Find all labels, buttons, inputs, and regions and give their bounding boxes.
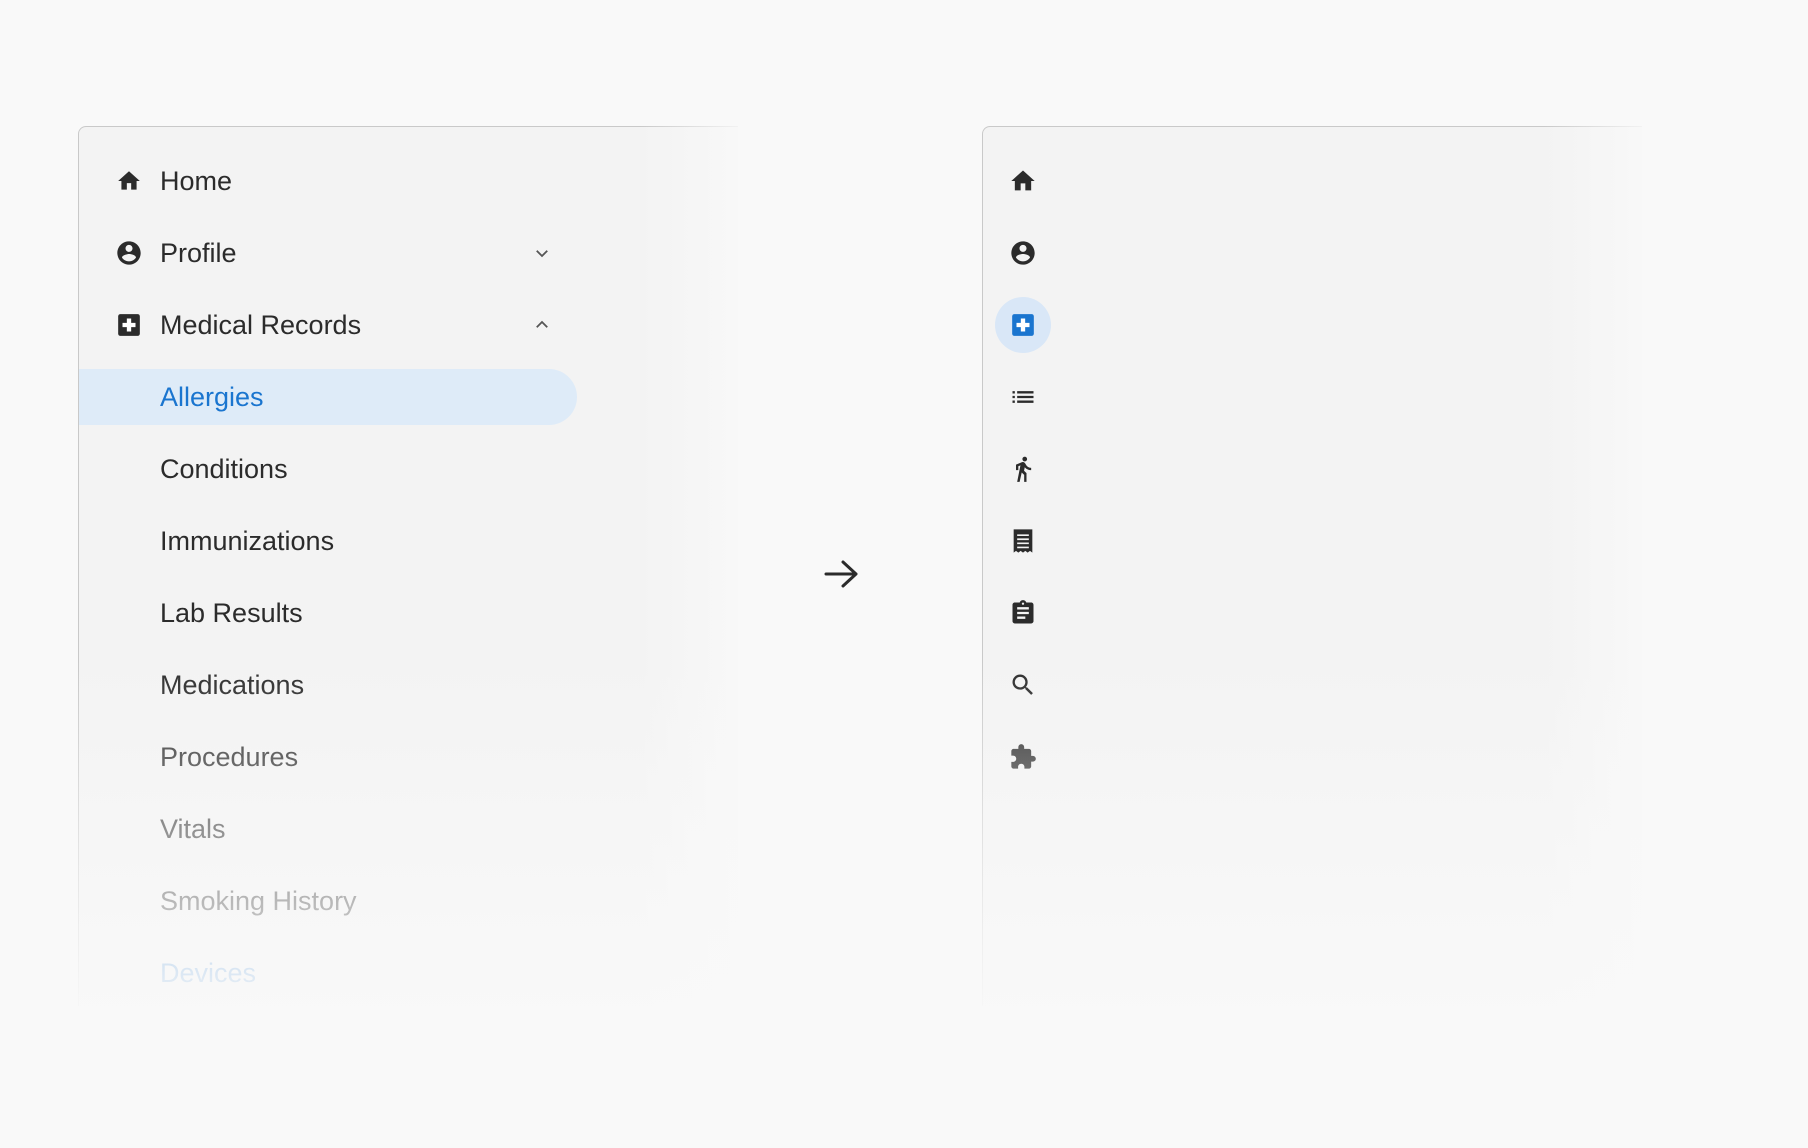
nav-item-label: Devices	[160, 958, 257, 988]
rail-item-medical-records[interactable]	[995, 297, 1051, 353]
nav-item-label: Smoking History	[160, 886, 357, 916]
nav-item-immunizations[interactable]: Immunizations	[79, 513, 577, 569]
chevron-down-icon[interactable]	[532, 243, 552, 263]
nav-item-label: Conditions	[160, 454, 288, 484]
nav-item-lab-results[interactable]: Lab Results	[79, 585, 577, 641]
home-icon	[1011, 170, 1035, 191]
comparison-canvas: Home Profile Medical Records Allergies C	[0, 0, 1808, 1148]
nav-item-procedures[interactable]: Procedures	[79, 729, 577, 785]
nav-item-label: Profile	[160, 238, 237, 268]
nav-item-devices[interactable]: Devices	[79, 945, 577, 1001]
account-circle-icon	[115, 239, 143, 267]
account-circle-icon	[1011, 241, 1035, 265]
rail-item-search[interactable]	[995, 657, 1051, 713]
search-icon	[1012, 674, 1033, 695]
walking-person-icon	[1016, 456, 1032, 482]
nav-item-allergies[interactable]: Allergies	[79, 369, 577, 425]
receipt-icon	[1013, 529, 1033, 553]
puzzle-icon	[1011, 744, 1036, 769]
nav-item-profile[interactable]: Profile	[79, 225, 577, 281]
medical-cross-icon	[1012, 314, 1034, 336]
arrow-right-icon	[824, 560, 858, 588]
nav-item-medical-records[interactable]: Medical Records	[79, 297, 577, 353]
rail-item-profile[interactable]	[995, 225, 1051, 281]
nav-item-label: Vitals	[160, 814, 226, 844]
nav-item-medications[interactable]: Medications	[79, 657, 577, 713]
nav-item-label: Immunizations	[160, 526, 335, 556]
chevron-up-icon[interactable]	[532, 315, 552, 335]
home-icon	[115, 167, 143, 195]
rail-item-list[interactable]	[995, 369, 1051, 425]
rail-item-home[interactable]	[995, 153, 1051, 209]
list-icon	[1012, 391, 1034, 403]
nav-item-label: Home	[160, 166, 233, 196]
collapsed-nav-rail	[982, 126, 1642, 1006]
nav-item-label: Medical Records	[160, 310, 362, 340]
rail-item-extensions[interactable]	[995, 729, 1051, 785]
nav-item-vitals[interactable]: Vitals	[79, 801, 577, 857]
nav-item-label: Procedures	[160, 742, 299, 772]
medical-cross-icon	[115, 311, 143, 339]
nav-item-home[interactable]: Home	[79, 153, 577, 209]
nav-item-label: Medications	[160, 670, 305, 700]
nav-item-smoking-history[interactable]: Smoking History	[79, 873, 577, 929]
nav-item-conditions[interactable]: Conditions	[79, 441, 577, 497]
nav-item-label: Lab Results	[160, 598, 303, 628]
clipboard-icon	[1012, 600, 1034, 624]
rail-item-clipboard[interactable]	[995, 585, 1051, 641]
rail-item-receipt[interactable]	[995, 513, 1051, 569]
nav-item-label: Allergies	[160, 382, 264, 412]
rail-item-activity[interactable]	[995, 441, 1051, 497]
expanded-nav-drawer: Home Profile Medical Records Allergies C	[78, 126, 738, 1006]
